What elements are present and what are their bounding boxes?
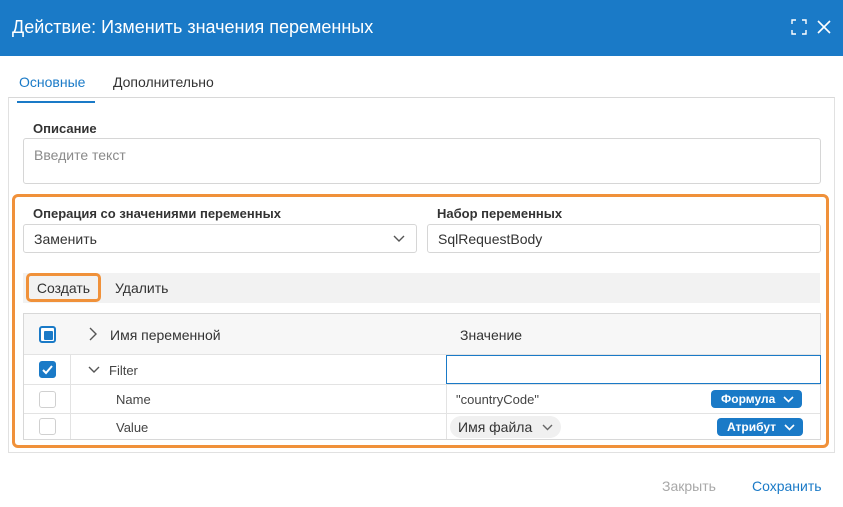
close-button[interactable]: Закрыть [662, 478, 716, 494]
dialog-titlebar: Действие: Изменить значения переменных [0, 0, 843, 56]
dialog-title: Действие: Изменить значения переменных [12, 17, 374, 37]
close-icon[interactable] [815, 18, 833, 36]
save-button[interactable]: Сохранить [752, 478, 822, 494]
description-placeholder: Введите текст [34, 147, 126, 163]
maximize-icon[interactable] [790, 18, 808, 36]
description-field[interactable]: Введите текст [23, 138, 821, 184]
highlight-frame [12, 194, 829, 448]
description-label: Описание [33, 121, 97, 136]
